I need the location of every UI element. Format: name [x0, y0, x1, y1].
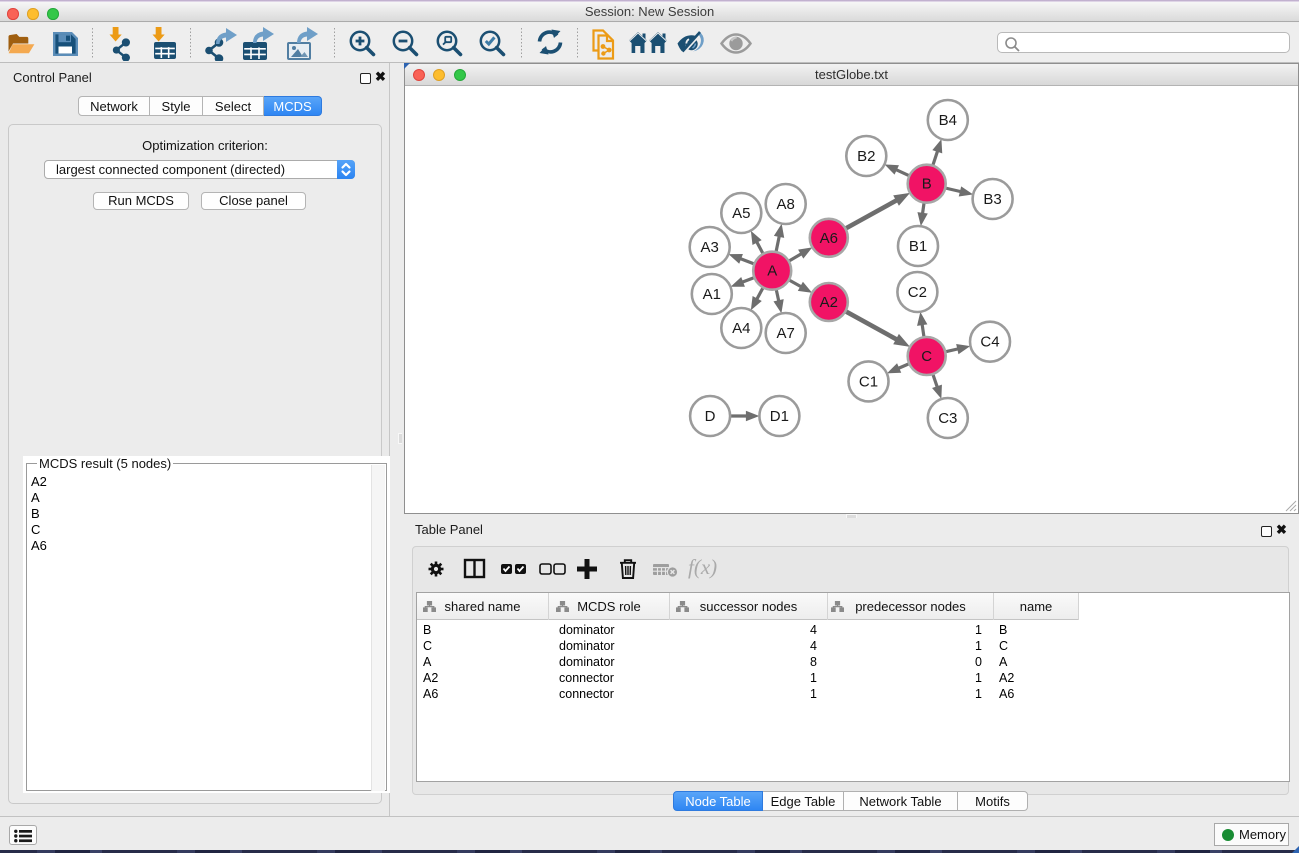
svg-text:A5: A5	[732, 205, 750, 222]
svg-text:C: C	[921, 348, 932, 365]
svg-text:A1: A1	[703, 286, 721, 303]
svg-text:A7: A7	[777, 325, 795, 342]
svg-text:A4: A4	[732, 320, 750, 337]
svg-text:B: B	[922, 176, 932, 193]
svg-text:A6: A6	[820, 230, 838, 247]
svg-text:B3: B3	[983, 191, 1001, 208]
svg-text:B1: B1	[909, 238, 927, 255]
svg-text:B4: B4	[939, 112, 957, 129]
svg-text:C4: C4	[980, 334, 999, 351]
svg-text:A: A	[767, 263, 777, 280]
svg-text:A2: A2	[820, 294, 838, 311]
svg-text:D1: D1	[770, 408, 789, 425]
svg-text:A8: A8	[777, 196, 795, 213]
svg-text:C3: C3	[938, 410, 957, 427]
svg-text:C2: C2	[908, 284, 927, 301]
svg-text:D: D	[705, 408, 716, 425]
svg-text:A3: A3	[701, 239, 719, 256]
svg-text:B2: B2	[857, 148, 875, 165]
svg-text:C1: C1	[859, 373, 878, 390]
